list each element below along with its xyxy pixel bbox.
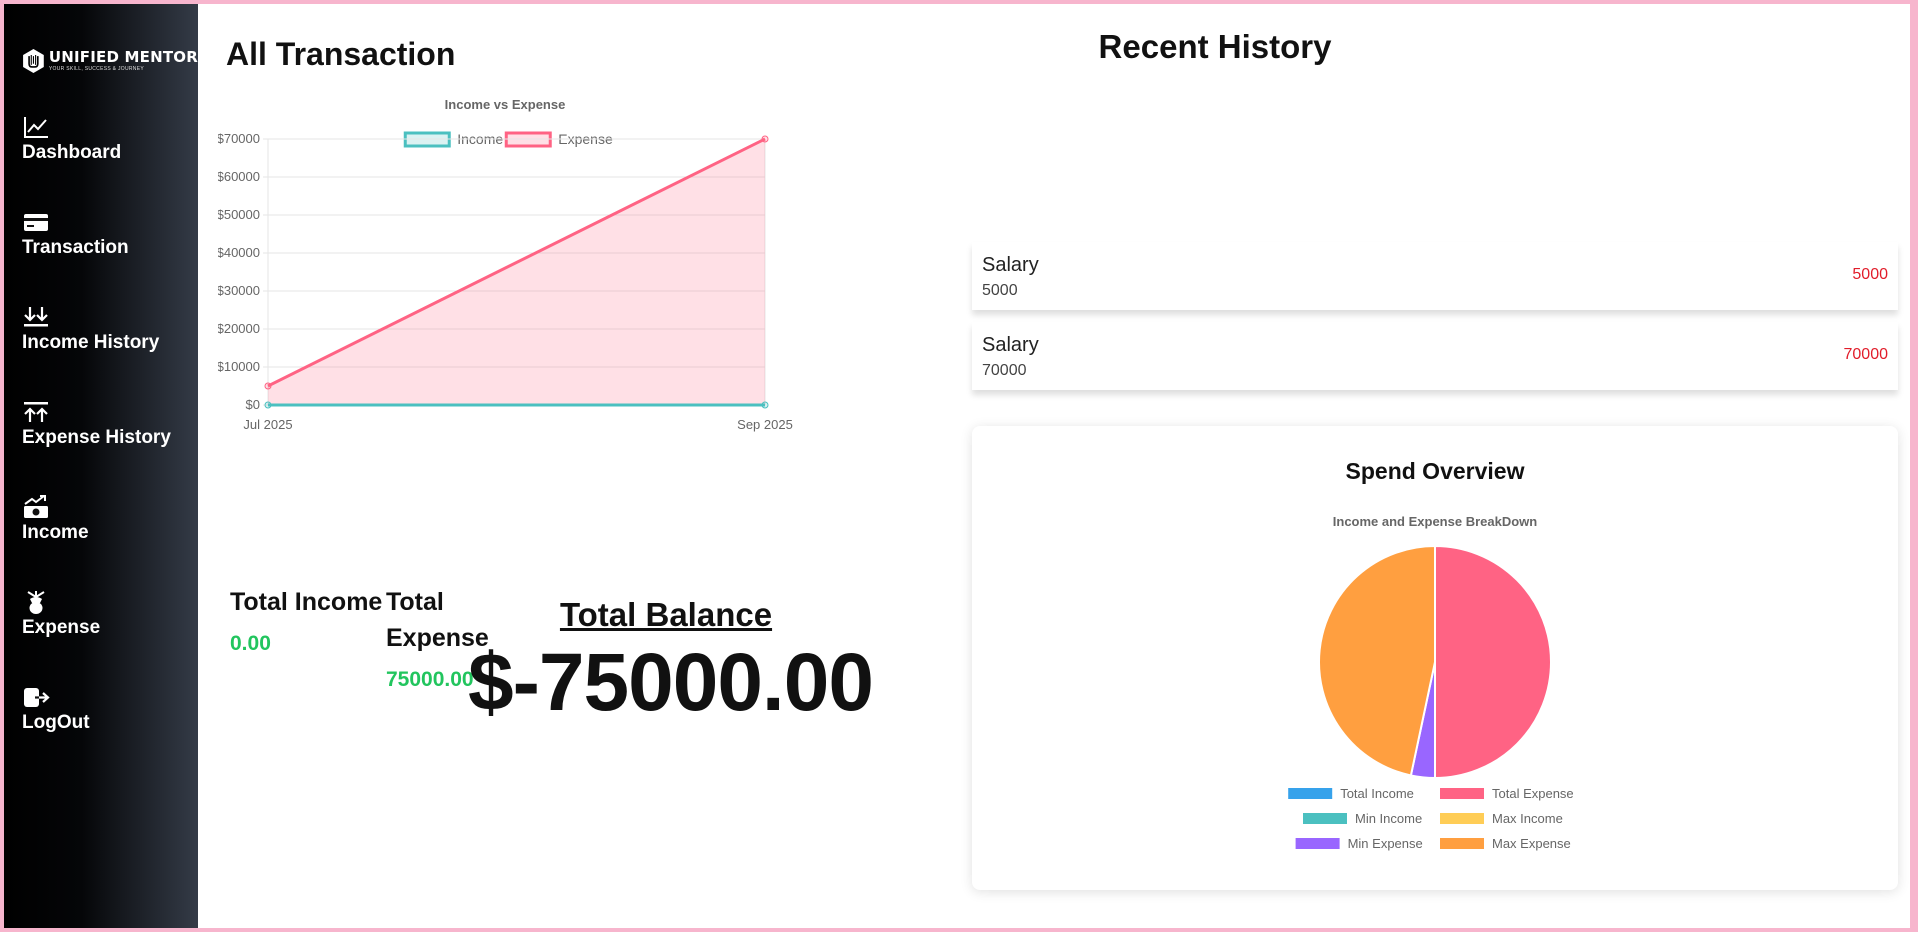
data-point-expense xyxy=(264,382,272,390)
main-content: All Transaction Income vs Expense Income E… xyxy=(198,4,1910,928)
history-item-subtitle: 70000 xyxy=(982,362,1027,379)
legend-swatch-total-expense xyxy=(1440,788,1484,799)
sidebar-nav: Dashboard Transaction Income History Exp… xyxy=(4,114,198,779)
y-tick-label: $40000 xyxy=(218,245,260,260)
recent-history-list: Salary 5000 5000 Salary 70000 70000 xyxy=(972,242,1898,402)
brand-name: UNIFIED MENTOR xyxy=(48,48,198,66)
arrows-down-icon xyxy=(24,307,48,327)
sidebar-item-label: Income History xyxy=(22,332,160,353)
legend-label-max-expense: Max Expense xyxy=(1492,836,1571,851)
money-trend-icon xyxy=(24,495,48,518)
total-income-label: Total Income xyxy=(230,588,383,616)
sidebar-item-logout[interactable]: LogOut xyxy=(4,684,198,779)
expense-icon xyxy=(27,591,45,614)
series-area-expense xyxy=(268,139,765,405)
sidebar-item-expense-history[interactable]: Expense History xyxy=(4,399,198,494)
chart-title: Income vs Expense xyxy=(445,97,566,112)
history-item-title: Salary xyxy=(982,334,1039,356)
y-tick-label: $10000 xyxy=(218,359,260,374)
legend-swatch-min-income xyxy=(1303,813,1347,824)
brand-tagline: YOUR SKILL, SUCCESS & JOURNEY xyxy=(48,66,144,72)
list-item[interactable]: Salary 5000 5000 xyxy=(972,242,1898,310)
total-balance-block: Total Balance $-75000.00 xyxy=(468,596,874,728)
sidebar-item-label: LogOut xyxy=(22,712,90,733)
sidebar-item-transaction[interactable]: Transaction xyxy=(4,209,198,304)
sidebar-item-label: Transaction xyxy=(22,237,129,258)
arrows-up-icon xyxy=(24,402,48,422)
sidebar-item-expense[interactable]: Expense xyxy=(4,589,198,684)
legend-label-min-expense: Min Expense xyxy=(1348,836,1423,851)
x-tick-label: Sep 2025 xyxy=(737,417,793,432)
sidebar-item-dashboard[interactable]: Dashboard xyxy=(4,114,198,209)
total-income-value: 0.00 xyxy=(230,632,271,655)
y-tick-label: $60000 xyxy=(218,169,260,184)
sidebar: UNIFIED MENTOR YOUR SKILL, SUCCESS & JOU… xyxy=(4,4,198,928)
y-tick-label: $50000 xyxy=(218,207,260,222)
data-point-income xyxy=(264,401,272,409)
legend-label-min-income: Min Income xyxy=(1355,811,1422,826)
chart-line-icon xyxy=(24,117,48,138)
pie-slice-max-expense xyxy=(1318,544,1436,777)
brand-logo[interactable]: UNIFIED MENTOR YOUR SKILL, SUCCESS & JOU… xyxy=(4,36,198,86)
data-point-expense xyxy=(761,135,769,143)
sidebar-item-label: Expense History xyxy=(22,427,171,448)
y-tick-label: $0 xyxy=(246,397,260,412)
legend-label-total-income: Total Income xyxy=(1340,786,1414,801)
legend-swatch-total-income xyxy=(1288,788,1333,799)
sidebar-item-label: Expense xyxy=(22,617,101,638)
total-income-block: Total Income 0.00 xyxy=(230,584,386,692)
y-tick-label: $30000 xyxy=(218,283,260,298)
x-tick-label: Jul 2025 xyxy=(243,417,292,432)
legend-label-max-income: Max Income xyxy=(1492,811,1563,826)
history-item-amount: 5000 xyxy=(1852,266,1888,283)
legend-swatch-max-income xyxy=(1440,813,1484,824)
chart-title: Income and Expense BreakDown xyxy=(1333,514,1538,529)
sidebar-item-label: Income xyxy=(22,522,89,543)
history-item-amount: 70000 xyxy=(1843,346,1889,363)
legend-swatch-min-expense xyxy=(1295,838,1340,849)
app-window: UNIFIED MENTOR YOUR SKILL, SUCCESS & JOU… xyxy=(4,4,1910,928)
total-balance-label: Total Balance xyxy=(559,596,773,633)
sidebar-item-label: Dashboard xyxy=(22,142,122,163)
logout-icon xyxy=(24,688,50,707)
y-tick-label: $70000 xyxy=(218,131,260,146)
credit-card-icon xyxy=(24,214,48,231)
spend-overview-card: Spend Overview Income and Expense BreakD… xyxy=(972,426,1898,890)
total-balance-value: $-75000.00 xyxy=(468,637,874,728)
unified-mentor-logo-icon xyxy=(23,49,44,73)
income-vs-expense-chart: Income vs ExpenseIncome Expense$0$10000$2… xyxy=(218,97,793,432)
history-item-title: Salary xyxy=(982,254,1039,276)
y-tick-label: $20000 xyxy=(218,321,260,336)
legend-swatch-max-expense xyxy=(1440,838,1484,849)
sidebar-item-income-history[interactable]: Income History xyxy=(4,304,198,399)
page-title: All Transaction xyxy=(226,36,456,72)
data-point-income xyxy=(761,401,769,409)
legend-label-total-expense: Total Expense xyxy=(1492,786,1574,801)
history-item-subtitle: 5000 xyxy=(982,282,1018,299)
recent-history-title: Recent History xyxy=(1098,28,1332,65)
income-expense-breakdown-chart: Income and Expense BreakDown Total Income… xyxy=(1288,514,1574,851)
sidebar-item-income[interactable]: Income xyxy=(4,494,198,589)
pie-slice-total-expense xyxy=(1434,544,1552,780)
list-item[interactable]: Salary 70000 70000 xyxy=(972,322,1898,390)
